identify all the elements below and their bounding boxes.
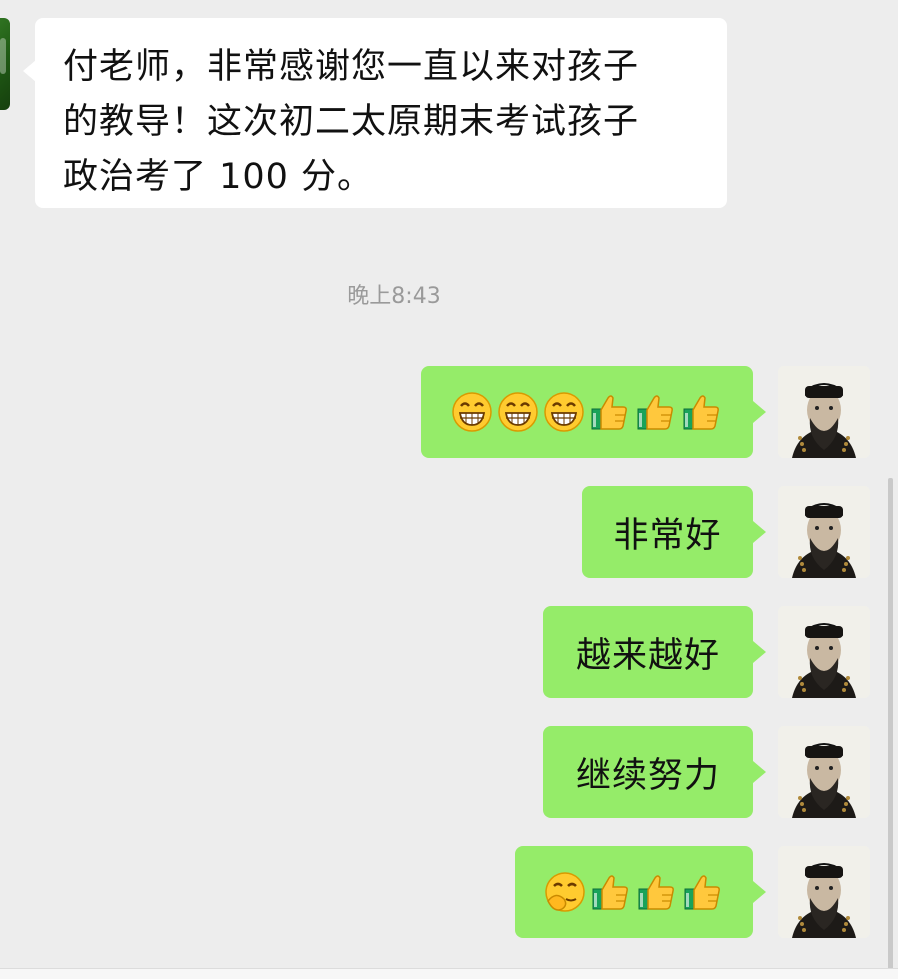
emoji-sequence [544, 871, 724, 913]
chat-window: 付老师，非常感谢您一直以来对孩子 的教导！这次初二太原期末考试孩子 政治考了 1… [0, 0, 898, 979]
outgoing-message-bubble[interactable] [515, 846, 766, 938]
outgoing-message-bubble[interactable]: 越来越好 [543, 606, 766, 698]
thumbs-up-icon [589, 391, 631, 433]
grin-icon [497, 391, 539, 433]
message-timestamp: 晚上8:43 [347, 284, 441, 309]
message-text: 越来越好 [575, 635, 720, 676]
thumbs-up-icon [636, 871, 678, 913]
scrollbar[interactable] [888, 478, 893, 978]
thumbs-up-icon [682, 871, 724, 913]
message-line: 付老师，非常感谢您一直以来对孩子 [63, 47, 640, 87]
message-line: 的教导！这次初二太原期末考试孩子 [63, 102, 640, 142]
grin-icon [451, 391, 493, 433]
outgoing-message-bubble[interactable]: 继续努力 [543, 726, 766, 818]
emoji-sequence [451, 391, 723, 433]
message-text: 继续努力 [575, 755, 720, 796]
message-text: 非常好 [613, 515, 722, 556]
my-avatar[interactable] [778, 726, 870, 818]
shy-laugh-icon [544, 871, 586, 913]
thumbs-up-icon [590, 871, 632, 913]
thumbs-up-icon [635, 391, 677, 433]
input-bar-edge [0, 968, 898, 979]
contact-avatar[interactable] [0, 18, 10, 110]
grin-icon [543, 391, 585, 433]
incoming-message-bubble[interactable]: 付老师，非常感谢您一直以来对孩子 的教导！这次初二太原期末考试孩子 政治考了 1… [23, 18, 727, 208]
my-avatar[interactable] [778, 846, 870, 938]
thumbs-up-icon [681, 391, 723, 433]
outgoing-message-bubble[interactable] [421, 366, 766, 458]
message-line: 政治考了 100 分。 [63, 157, 374, 197]
my-avatar[interactable] [778, 606, 870, 698]
outgoing-message-bubble[interactable]: 非常好 [582, 486, 766, 578]
my-avatar[interactable] [778, 486, 870, 578]
my-avatar[interactable] [778, 366, 870, 458]
